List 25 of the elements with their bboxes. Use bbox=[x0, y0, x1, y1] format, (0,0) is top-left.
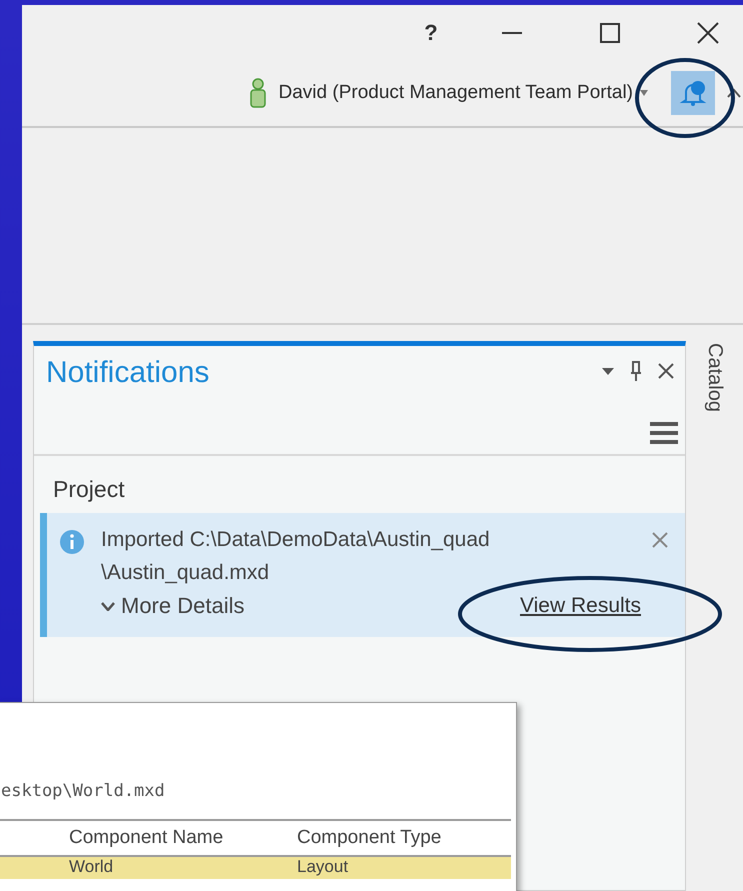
caret-icon[interactable] bbox=[639, 89, 649, 97]
dropdown-icon[interactable] bbox=[601, 366, 615, 376]
pin-icon[interactable] bbox=[629, 360, 643, 382]
column-header[interactable]: Component Type bbox=[297, 827, 525, 849]
info-icon bbox=[59, 529, 85, 555]
file-path: esktop\World.mxd bbox=[1, 781, 166, 801]
table-cell-text: World bbox=[69, 857, 114, 877]
help-button[interactable]: ? bbox=[411, 20, 451, 46]
side-tab[interactable]: Catalog bbox=[703, 343, 726, 433]
bell-icon bbox=[678, 78, 708, 108]
close-icon[interactable] bbox=[695, 20, 721, 46]
chevron-down-icon bbox=[101, 601, 115, 611]
column-header[interactable]: Component Name bbox=[69, 827, 297, 849]
menu-icon[interactable] bbox=[649, 420, 679, 446]
more-details-toggle[interactable]: More Details bbox=[101, 593, 244, 619]
chevron-up-icon[interactable] bbox=[727, 88, 741, 98]
pane-title: Notifications bbox=[46, 356, 210, 390]
notification-message: Imported C:\Data\DemoData\Austin_quad \Austin_quad.mxd bbox=[101, 527, 491, 586]
view-results-link[interactable]: View Results bbox=[520, 594, 641, 618]
close-icon[interactable] bbox=[657, 362, 675, 380]
section-heading: Project bbox=[53, 476, 126, 503]
table-cell-text: Layout bbox=[297, 857, 350, 877]
account-name[interactable]: David (Product Management Team Portal) bbox=[278, 82, 633, 104]
table-row[interactable]: World Layout bbox=[0, 857, 511, 879]
user-icon bbox=[248, 78, 267, 108]
